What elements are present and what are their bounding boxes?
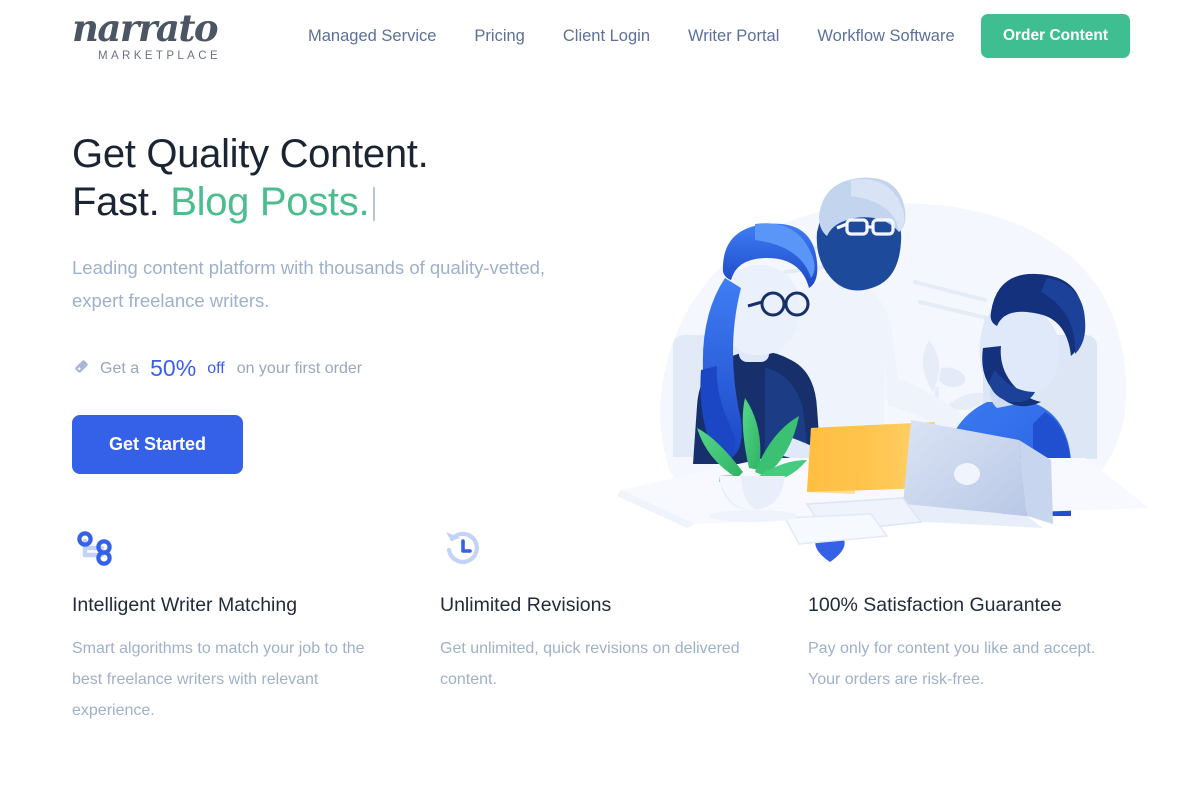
feature-title: 100% Satisfaction Guarantee [808, 594, 1062, 616]
tag-icon [72, 357, 91, 381]
headline-line-1: Get Quality Content. [72, 132, 429, 176]
hero-section: Get Quality Content. Fast. Blog Posts. L… [0, 72, 1196, 545]
promo-off: off [207, 359, 225, 377]
feature-description: Get unlimited, quick revisions on delive… [440, 640, 740, 688]
logo-wordmark: narrato [72, 5, 219, 50]
logo-tagline: MARKETPLACE [98, 49, 222, 62]
hero-subtitle: Leading content platform with thousands … [72, 257, 546, 311]
brand-logo[interactable]: narrato MARKETPLACE [72, 5, 232, 62]
headline-line-2-accent: Blog Posts. [170, 180, 370, 224]
nav-item-managed-service[interactable]: Managed Service [308, 27, 436, 46]
feature-title: Unlimited Revisions [440, 594, 612, 616]
get-started-button[interactable]: Get Started [72, 415, 244, 474]
feature-title: Intelligent Writer Matching [72, 594, 298, 616]
promo-suffix: on your first order [236, 359, 363, 377]
order-content-button[interactable]: Order Content [980, 14, 1130, 58]
hero-copy: Get Quality Content. Fast. Blog Posts. L… [0, 130, 600, 474]
nav-item-workflow-software[interactable]: Workflow Software [817, 27, 954, 46]
promo-percent: 50% [150, 355, 197, 381]
feature-description: Pay only for content you like and accept… [808, 640, 1096, 688]
branch-nodes-icon [72, 526, 388, 572]
headline-line-2-static: Fast. [72, 180, 171, 224]
nav-item-writer-portal[interactable]: Writer Portal [688, 27, 779, 46]
nav-item-pricing[interactable]: Pricing [474, 27, 524, 46]
main-navigation: Managed Service Pricing Client Login Wri… [308, 27, 955, 46]
site-header: narrato MARKETPLACE Managed Service Pric… [0, 0, 1196, 72]
promo-prefix: Get a [100, 359, 140, 377]
typing-caret [373, 187, 376, 221]
feature-intelligent-writer-matching: Intelligent Writer Matching Smart algori… [72, 526, 440, 726]
nav-item-client-login[interactable]: Client Login [563, 27, 650, 46]
team-collaboration-illustration [615, 172, 1155, 562]
promo-banner: Get a 50% off on your first order [72, 355, 600, 382]
feature-description: Smart algorithms to match your job to th… [72, 640, 365, 719]
page-title: Get Quality Content. Fast. Blog Posts. [72, 130, 600, 226]
